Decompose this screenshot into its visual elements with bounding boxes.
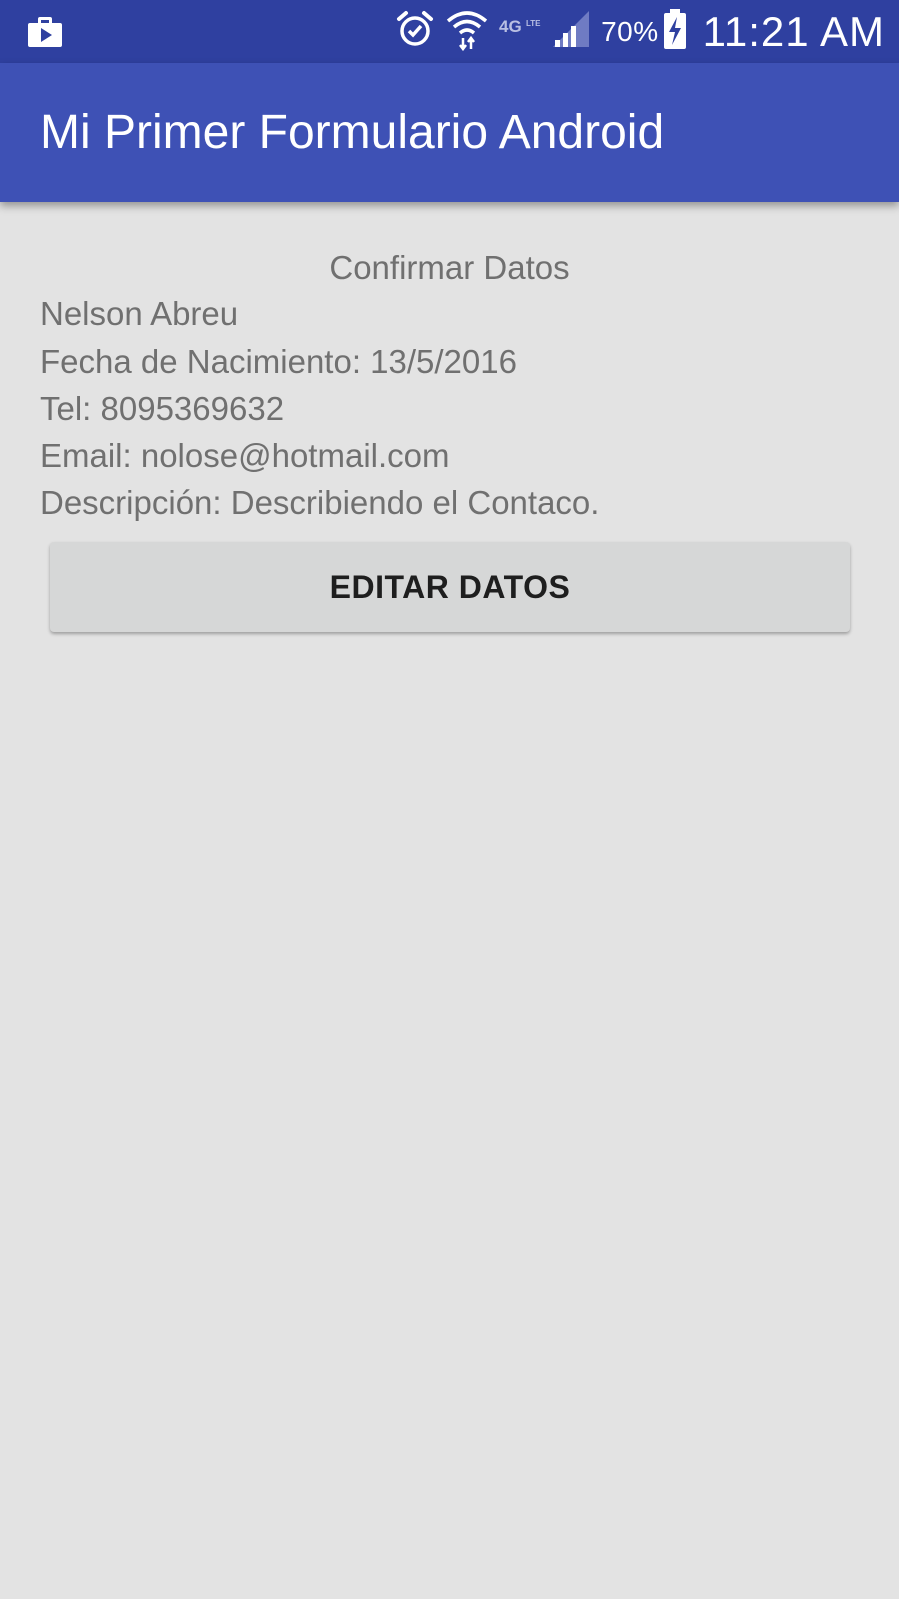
contact-name: Nelson Abreu [40, 295, 239, 332]
signal-icon [551, 9, 591, 54]
battery-percent: 70% [601, 15, 659, 47]
network-4g-lte-icon: 4G LTE [499, 14, 541, 49]
status-icons: 4G LTE 70% 11:21 AM [385, 0, 885, 63]
alarm-icon [395, 9, 435, 54]
app-bar: Mi Primer Formulario Android [0, 63, 899, 202]
app-title: Mi Primer Formulario Android [40, 106, 665, 159]
svg-text:4G: 4G [499, 17, 522, 36]
status-bar: 4G LTE 70% 11:21 AM [0, 0, 899, 63]
battery-charging-icon [663, 9, 687, 54]
contact-birthdate: Fecha de Nacimiento: 13/5/2016 [40, 343, 517, 380]
contact-description: Descripción: Describiendo el Contaco. [40, 484, 600, 521]
clock: 11:21 AM [702, 7, 885, 55]
contact-email: Email: nolose@hotmail.com [40, 437, 450, 474]
svg-text:LTE: LTE [526, 19, 541, 28]
wifi-icon [445, 7, 489, 56]
edit-data-button[interactable]: EDITAR DATOS [50, 542, 850, 632]
work-profile-icon [26, 15, 64, 49]
confirm-heading: Confirmar Datos [329, 249, 570, 286]
contact-phone: Tel: 8095369632 [40, 390, 285, 427]
